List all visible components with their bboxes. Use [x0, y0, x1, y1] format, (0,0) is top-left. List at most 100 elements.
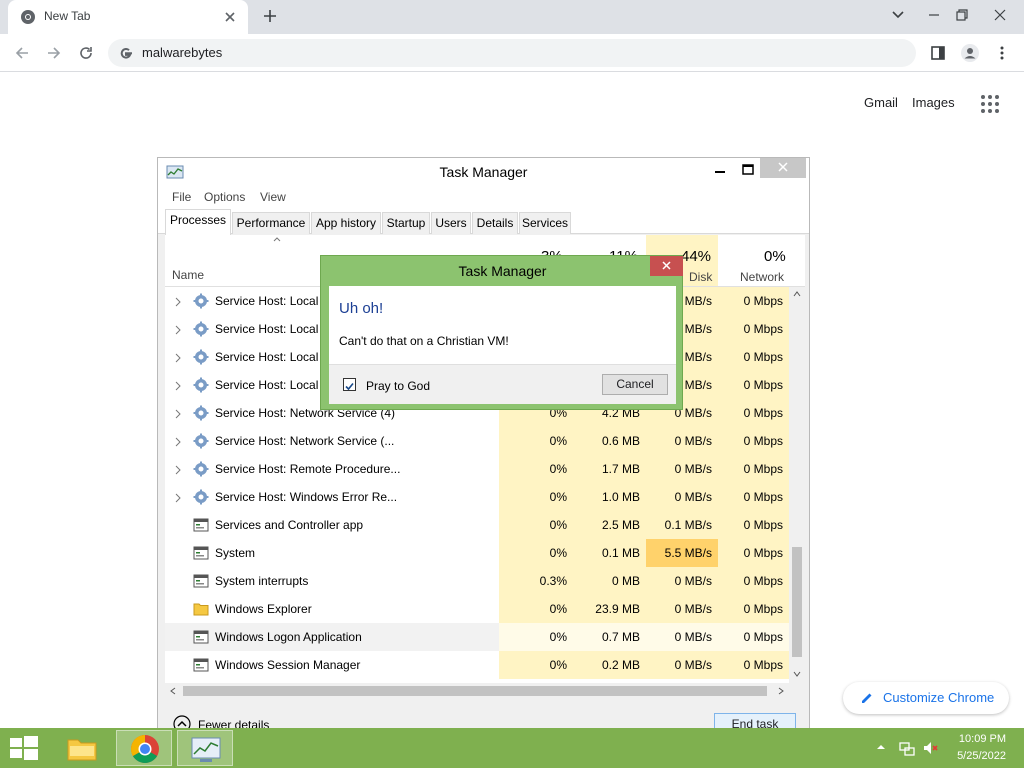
column-name[interactable]: Name: [172, 268, 204, 282]
volume-muted-icon[interactable]: [922, 740, 938, 756]
process-row[interactable]: Windows Logon Application 0% 0.7 MB 0 MB/s 0…: [165, 623, 789, 651]
process-mem-cell: 23.9 MB: [573, 595, 646, 623]
process-row[interactable]: System 0% 0.1 MB 5.5 MB/s 0 Mbps: [165, 539, 789, 567]
process-mem-cell: 1.0 MB: [573, 483, 646, 511]
process-disk-cell: 0.1 MB/s: [646, 511, 718, 539]
column-network[interactable]: Network: [740, 270, 784, 284]
expand-chevron-icon[interactable]: [175, 380, 183, 391]
column-disk-pct[interactable]: 44%: [681, 248, 711, 265]
pray-checkbox-label[interactable]: Pray to God: [366, 379, 430, 393]
expand-chevron-icon[interactable]: [175, 464, 183, 475]
gear-icon: [193, 405, 209, 421]
minimize-window-icon[interactable]: [922, 3, 946, 27]
taskbar-task-manager[interactable]: [177, 730, 233, 766]
tray-expand-icon[interactable]: [876, 744, 886, 750]
expand-chevron-icon[interactable]: [175, 296, 183, 307]
menu-options[interactable]: Options: [204, 190, 245, 204]
horizontal-scrollbar[interactable]: [165, 683, 789, 699]
expand-chevron-icon[interactable]: [175, 436, 183, 447]
h-scroll-thumb[interactable]: [183, 686, 767, 696]
network-icon[interactable]: [899, 740, 915, 756]
tab-performance[interactable]: Performance: [232, 212, 310, 234]
customize-chrome-button[interactable]: Customize Chrome: [843, 682, 1009, 714]
windows-start-icon[interactable]: [10, 736, 38, 760]
dialog-heading: Uh oh!: [339, 300, 384, 317]
close-window-icon[interactable]: [988, 3, 1012, 27]
taskbar-file-explorer[interactable]: [54, 730, 110, 766]
chrome-favicon-icon: [21, 10, 35, 24]
gear-icon: [193, 433, 209, 449]
tab-title: New Tab: [44, 9, 91, 23]
tab-processes[interactable]: Processes: [165, 209, 231, 235]
close-tab-icon[interactable]: [222, 9, 238, 25]
process-row[interactable]: System interrupts 0.3% 0 MB 0 MB/s 0 Mbps: [165, 567, 789, 595]
expand-chevron-icon[interactable]: [175, 408, 183, 419]
url-text: malwarebytes: [142, 45, 223, 60]
gear-icon: [193, 349, 209, 365]
restore-window-icon[interactable]: [950, 3, 974, 27]
process-net-cell: 0 Mbps: [718, 315, 789, 343]
tab-services[interactable]: Services: [519, 212, 571, 234]
tab-details[interactable]: Details: [472, 212, 518, 234]
dialog-body: Uh oh! Can't do that on a Christian VM!: [329, 286, 676, 364]
task-manager-titlebar[interactable]: Task Manager: [158, 158, 809, 186]
tab-startup[interactable]: Startup: [382, 212, 430, 234]
scroll-up-icon[interactable]: [793, 291, 801, 297]
tm-close-button[interactable]: [760, 158, 806, 178]
tm-minimize-icon[interactable]: [712, 162, 728, 178]
menu-view[interactable]: View: [260, 190, 286, 204]
google-apps-icon[interactable]: [980, 94, 1000, 114]
process-cpu-cell: 0%: [499, 483, 573, 511]
tab-search-icon[interactable]: [886, 3, 910, 27]
process-row[interactable]: Windows Session Manager 0% 0.2 MB 0 MB/s 0 M…: [165, 651, 789, 679]
taskbar-chrome[interactable]: [116, 730, 172, 766]
process-net-cell: 0 Mbps: [718, 623, 789, 651]
process-row[interactable]: Services and Controller app 0% 2.5 MB 0.1 M…: [165, 511, 789, 539]
customize-chrome-label: Customize Chrome: [883, 690, 995, 705]
expand-chevron-icon[interactable]: [175, 324, 183, 335]
folder-icon: [193, 601, 209, 617]
column-disk[interactable]: Disk: [689, 270, 712, 284]
menu-file[interactable]: File: [172, 190, 191, 204]
process-row[interactable]: Service Host: Network Service (... 0% 0.6 …: [165, 427, 789, 455]
process-name: System: [215, 546, 256, 560]
scroll-down-icon[interactable]: [793, 671, 801, 677]
process-row[interactable]: Service Host: Remote Procedure... 0% 1.7 M…: [165, 455, 789, 483]
pray-checkbox[interactable]: [343, 378, 356, 391]
scroll-thumb[interactable]: [792, 547, 802, 657]
dialog-close-button[interactable]: [650, 256, 683, 276]
gear-icon: [193, 489, 209, 505]
scroll-left-icon[interactable]: [170, 687, 176, 695]
expand-chevron-icon[interactable]: [175, 352, 183, 363]
chrome-tabstrip: New Tab: [0, 0, 1024, 34]
column-net-pct[interactable]: 0%: [764, 248, 786, 265]
side-panel-icon[interactable]: [928, 43, 948, 63]
clock-date: 5/25/2022: [957, 750, 1006, 762]
address-bar[interactable]: malwarebytes: [108, 39, 916, 67]
process-name: Service Host: Windows Error Re...: [215, 490, 398, 504]
vertical-scrollbar[interactable]: [789, 287, 805, 683]
tm-maximize-icon[interactable]: [740, 162, 756, 178]
menu-kebab-icon[interactable]: [992, 43, 1012, 63]
process-net-cell: 0 Mbps: [718, 371, 789, 399]
scroll-right-icon[interactable]: [778, 687, 784, 695]
images-link[interactable]: Images: [912, 95, 955, 110]
forward-arrow-icon[interactable]: [44, 43, 64, 63]
window-icon: [193, 573, 209, 589]
expand-chevron-icon[interactable]: [175, 492, 183, 503]
process-name: Service Host: Local S: [215, 378, 330, 392]
reload-icon[interactable]: [76, 43, 96, 63]
browser-tab[interactable]: New Tab: [8, 0, 248, 34]
dialog-footer: Pray to God Cancel: [329, 364, 676, 404]
process-row[interactable]: Windows Explorer 0% 23.9 MB 0 MB/s 0 Mbps: [165, 595, 789, 623]
profile-avatar-icon[interactable]: [960, 43, 980, 63]
new-tab-icon[interactable]: [262, 8, 278, 24]
process-row[interactable]: Service Host: Windows Error Re... 0% 1.0 M…: [165, 483, 789, 511]
clock[interactable]: 10:09 PM 5/25/2022: [950, 728, 1014, 768]
tab-users[interactable]: Users: [431, 212, 471, 234]
tab-app-history[interactable]: App history: [311, 212, 381, 234]
gmail-link[interactable]: Gmail: [864, 95, 898, 110]
process-net-cell: 0 Mbps: [718, 567, 789, 595]
cancel-button[interactable]: Cancel: [602, 374, 668, 395]
back-arrow-icon[interactable]: [12, 43, 32, 63]
